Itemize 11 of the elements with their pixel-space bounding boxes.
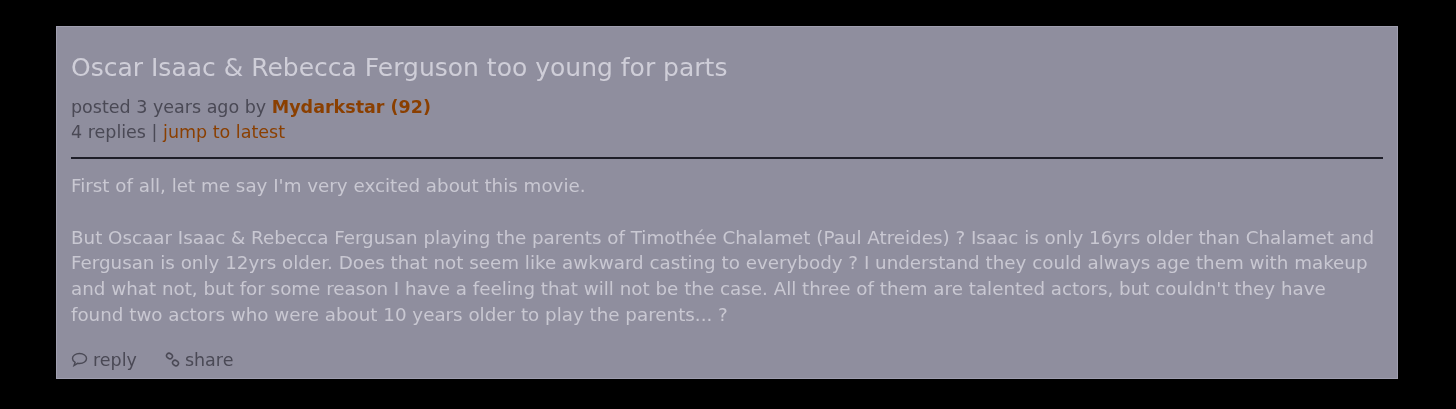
post-paragraph: First of all, let me say I'm very excited about this movie. <box>71 174 587 198</box>
reply-link[interactable]: reply <box>71 349 137 370</box>
jump-link[interactable]: jump to latest <box>163 120 286 145</box>
share-link[interactable]: share <box>164 349 234 370</box>
post-paragraph: But Oscaar Isaac & Rebecca Fergusan playing the parents of Timothée Chalamet (Paul Atreides) ? Isaac is only 16yrs older than Chalamet and Fergusan is only 12yrs older. Does that not seem like awkward casting to everybody ? I understand they could always age them with makeup and what not, but for some reason I have a feeling that will not be the case. All three of them are talented actors, but couldn't they have found two actors who were about 10 years older to play the parents... ? <box>71 225 1376 327</box>
speech-bubble-icon <box>71 352 88 367</box>
post-title: Oscar Isaac & Rebecca Ferguson too young for parts <box>71 53 729 83</box>
reply-count: 4 replies | <box>71 122 158 142</box>
post-meta: posted 3 years ago by <box>71 97 267 117</box>
author-link[interactable]: Mydarkstar (92) <box>271 95 431 120</box>
link-icon <box>164 352 180 367</box>
